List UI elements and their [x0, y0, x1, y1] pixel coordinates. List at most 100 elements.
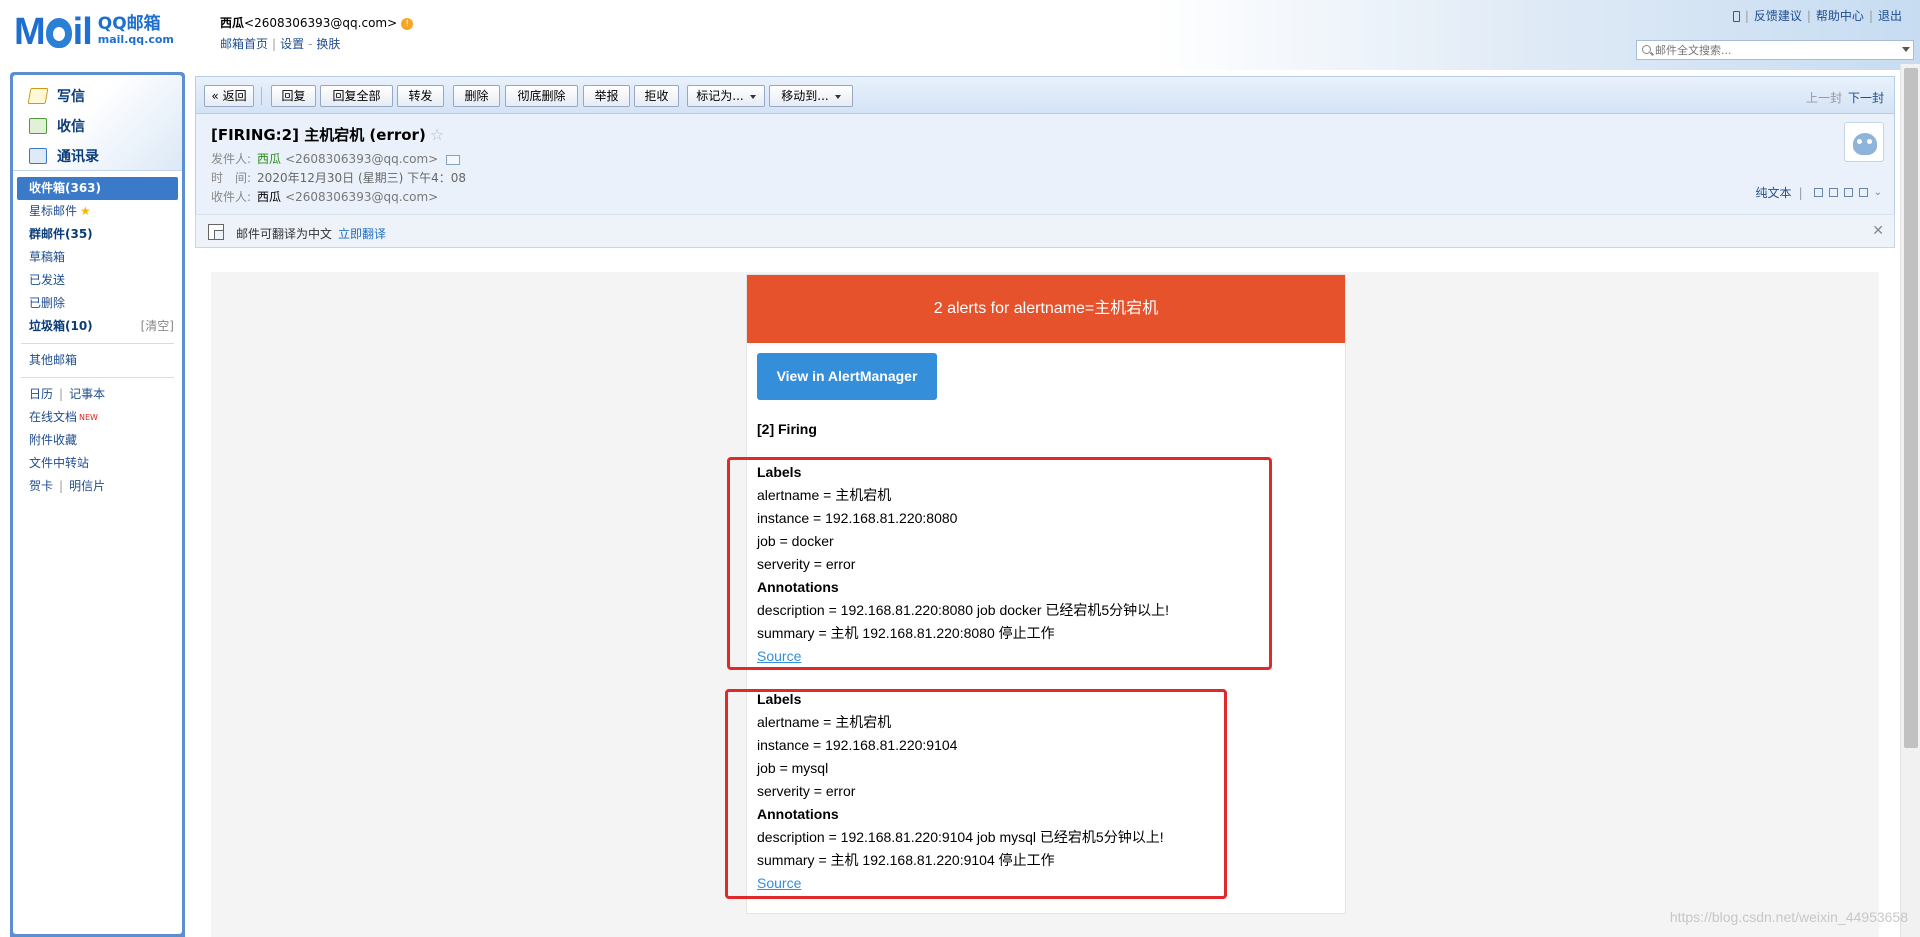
link-attachments[interactable]: 附件收藏: [17, 429, 178, 452]
report-button[interactable]: 举报: [583, 85, 630, 107]
chevron-down-icon: [749, 94, 756, 99]
delete-button[interactable]: 删除: [453, 85, 500, 107]
sender-avatar[interactable]: [1844, 122, 1884, 162]
reply-all-button[interactable]: 回复全部: [320, 85, 393, 107]
pencil-icon: [27, 88, 49, 104]
link-postcard[interactable]: 明信片: [69, 479, 105, 493]
highlight-box-1: [727, 457, 1272, 670]
from-row: 发件人: 西瓜 <2608306393@qq.com>: [211, 150, 461, 167]
link-calendar[interactable]: 日历: [29, 387, 53, 401]
divider: [21, 343, 174, 344]
folder-starred-label: 星标邮件: [29, 204, 78, 218]
alert-header: 2 alerts for alertname=主机宕机: [747, 275, 1345, 343]
avatar-image: [1853, 133, 1877, 155]
folder-deleted[interactable]: 已删除: [17, 292, 178, 315]
view-in-alertmanager-button[interactable]: View in AlertManager: [757, 353, 937, 400]
link-skin[interactable]: 换肤: [316, 37, 340, 51]
qq-mail-logo[interactable]: Mil QQ邮箱 mail.qq.com: [14, 12, 174, 52]
prev-next-nav: 上一封 下一封: [1806, 89, 1884, 106]
top-links: | 反馈建议 | 帮助中心 | 退出: [1732, 7, 1902, 24]
compose-label: 写信: [57, 89, 85, 105]
from-address: <2608306393@qq.com>: [285, 152, 439, 166]
contact-card-icon[interactable]: [446, 154, 461, 165]
link-logout[interactable]: 退出: [1878, 9, 1902, 23]
to-label: 收件人:: [211, 190, 252, 204]
chevron-down-icon: [834, 94, 841, 99]
folder-spam[interactable]: 垃圾箱(10) [清空]: [17, 315, 178, 338]
link-help[interactable]: 帮助中心: [1816, 9, 1864, 23]
contacts-button[interactable]: 通讯录: [13, 141, 182, 171]
perm-delete-button[interactable]: 彻底删除: [505, 85, 578, 107]
link-docs-label: 在线文档: [29, 410, 78, 424]
chevron-down-icon[interactable]: ⌄: [1874, 187, 1882, 198]
mail-toolbar: « 返回 回复 回复全部 转发 删除 彻底删除 举报 拒收 标记为... 移动到…: [195, 76, 1895, 114]
folder-inbox[interactable]: 收件箱(363): [17, 177, 178, 200]
translate-text: 邮件可翻译为中文: [236, 227, 333, 241]
receive-button[interactable]: 收信: [13, 111, 182, 141]
folder-sent[interactable]: 已发送: [17, 269, 178, 292]
star-icon: ★: [80, 204, 91, 218]
fullscreen-icon[interactable]: [1828, 188, 1838, 197]
close-icon[interactable]: ✕: [1872, 223, 1884, 239]
watermark-text: https://blog.csdn.net/weixin_44953658: [1669, 909, 1908, 925]
view-tools: 纯文本 | ⌄: [1755, 184, 1882, 201]
export-icon[interactable]: [1843, 188, 1853, 197]
logo-moil: Mil: [14, 11, 93, 53]
spam-clear-link[interactable]: [清空]: [141, 315, 174, 338]
forward-button[interactable]: 转发: [397, 85, 444, 107]
subject-text: [FIRING:2] 主机宕机 (error): [211, 126, 426, 144]
link-mail-home[interactable]: 邮箱首页: [220, 37, 268, 51]
from-name[interactable]: 西瓜: [257, 152, 281, 166]
logo-url: mail.qq.com: [97, 33, 174, 46]
prev-mail-link[interactable]: 上一封: [1806, 91, 1842, 105]
mark-as-label: 标记为...: [696, 89, 744, 103]
tools-row-cards: 贺卡 | 明信片: [29, 479, 106, 493]
to-row: 收件人: 西瓜 <2608306393@qq.com>: [211, 188, 438, 205]
reply-button[interactable]: 回复: [271, 85, 316, 107]
time-label: 时 间:: [211, 171, 252, 185]
logo-cn: QQ邮箱: [97, 14, 161, 34]
search-dropdown-icon[interactable]: [1902, 47, 1910, 52]
page-scrollbar[interactable]: [1900, 64, 1920, 937]
next-mail-link[interactable]: 下一封: [1848, 91, 1884, 105]
folder-starred[interactable]: 星标邮件 ★: [17, 200, 178, 223]
scrollbar-thumb[interactable]: [1904, 68, 1918, 748]
link-file-transfer[interactable]: 文件中转站: [17, 452, 178, 475]
highlight-box-2: [725, 689, 1227, 899]
back-button[interactable]: « 返回: [204, 85, 254, 107]
move-to-dropdown[interactable]: 移动到...: [769, 85, 853, 107]
translate-bar: 邮件可翻译为中文 立即翻译 ✕: [195, 214, 1895, 248]
warning-icon[interactable]: !: [401, 17, 414, 30]
toolbar-separator: [261, 87, 262, 105]
link-notes[interactable]: 记事本: [69, 387, 105, 401]
folder-group[interactable]: 群邮件(35): [17, 223, 178, 246]
reject-button[interactable]: 拒收: [634, 85, 679, 107]
plain-text-link[interactable]: 纯文本: [1756, 184, 1792, 201]
folder-drafts[interactable]: 草稿箱: [17, 246, 178, 269]
to-address: <2608306393@qq.com>: [285, 190, 439, 204]
print-icon[interactable]: [1858, 188, 1868, 197]
folder-other[interactable]: 其他邮箱: [17, 349, 178, 372]
link-docs[interactable]: 在线文档 NEW: [17, 406, 178, 429]
mark-as-dropdown[interactable]: 标记为...: [687, 85, 765, 107]
link-settings[interactable]: 设置: [280, 37, 304, 51]
search-box[interactable]: [1636, 40, 1914, 60]
translate-now-link[interactable]: 立即翻译: [338, 227, 386, 241]
contacts-icon: [29, 148, 47, 164]
user-email: <2608306393@qq.com>: [244, 16, 398, 30]
contacts-label: 通讯录: [57, 149, 99, 165]
search-input[interactable]: [1655, 42, 1885, 58]
search-icon: [1642, 45, 1651, 54]
folder-list: 收件箱(363) 星标邮件 ★ 群邮件(35) 草稿箱 已发送 已删除 垃圾箱(1…: [13, 171, 182, 498]
compose-button[interactable]: 写信: [13, 81, 182, 111]
new-window-icon[interactable]: [1813, 188, 1823, 197]
new-badge: NEW: [79, 413, 98, 422]
firing-count: [2] Firing: [757, 421, 817, 437]
user-name: 西瓜: [220, 16, 245, 30]
to-name[interactable]: 西瓜: [257, 190, 281, 204]
link-cards[interactable]: 贺卡: [29, 479, 53, 493]
phone-icon[interactable]: [1732, 11, 1740, 22]
sidebar: 写信 收信 通讯录 收件箱(363) 星标邮件 ★ 群邮件(35) 草稿箱 已发送…: [10, 72, 185, 937]
link-feedback[interactable]: 反馈建议: [1754, 9, 1802, 23]
star-outline-icon[interactable]: ☆: [430, 125, 444, 144]
